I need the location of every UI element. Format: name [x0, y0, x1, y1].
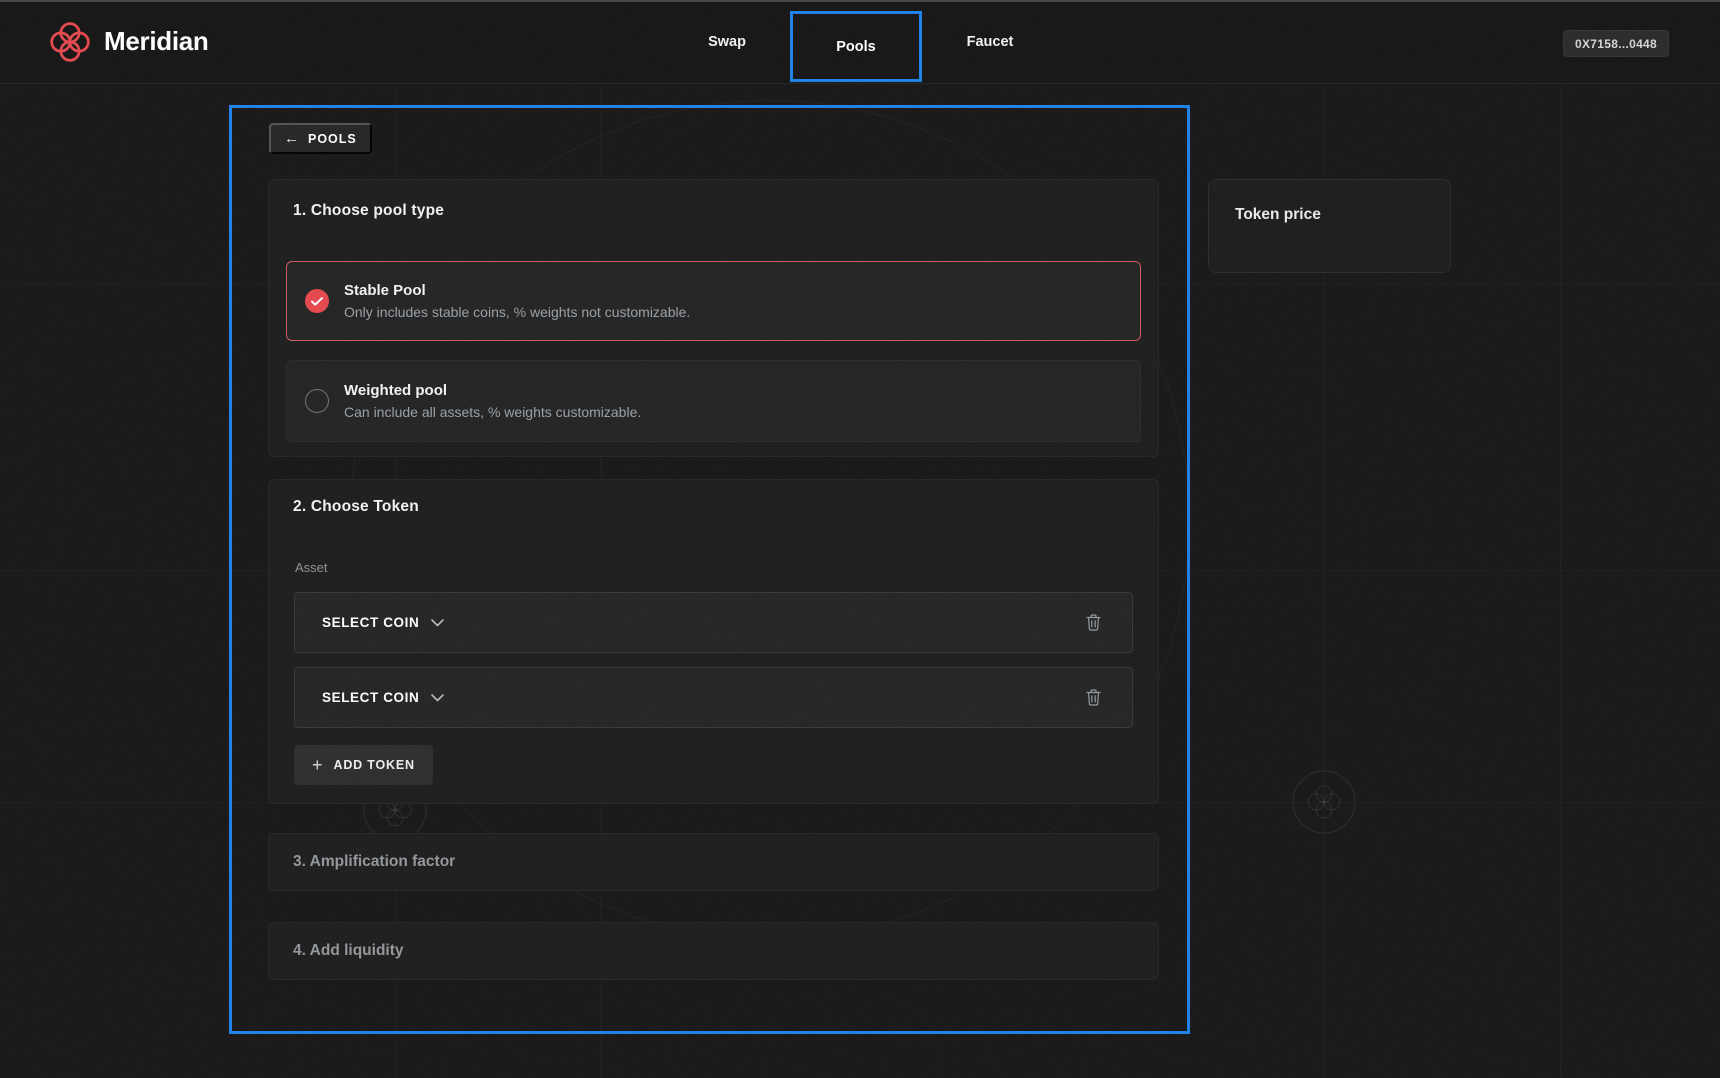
select-coin-button[interactable]: SELECT COIN — [322, 615, 445, 630]
delete-token-button[interactable] — [1082, 610, 1105, 635]
stable-pool-description: Only includes stable coins, % weights no… — [344, 304, 691, 320]
select-coin-label: SELECT COIN — [322, 615, 420, 630]
step2-title: 2. Choose Token — [293, 498, 419, 515]
add-token-button[interactable]: + ADD TOKEN — [294, 745, 433, 785]
weighted-pool-description: Can include all assets, % weights custom… — [344, 404, 642, 420]
trash-icon — [1086, 614, 1101, 631]
chevron-down-icon — [431, 618, 445, 626]
step1-title: 1. Choose pool type — [293, 202, 445, 219]
step3-title: 3. Amplification factor — [293, 853, 456, 870]
step4-title: 4. Add liquidity — [293, 942, 404, 959]
pool-type-option-stable[interactable]: Stable Pool Only includes stable coins, … — [286, 261, 1141, 341]
step4-card[interactable]: 4. Add liquidity — [268, 922, 1159, 980]
trash-icon — [1086, 689, 1101, 706]
add-token-label: ADD TOKEN — [333, 758, 415, 772]
back-to-pools-button[interactable]: ← POOLS — [269, 123, 372, 154]
token-price-title: Token price — [1235, 206, 1321, 223]
radio-checked-icon — [305, 289, 329, 313]
plus-icon: + — [312, 755, 323, 775]
back-button-label: POOLS — [308, 131, 357, 146]
token-select-row[interactable]: SELECT COIN — [294, 592, 1133, 653]
radio-unchecked-icon — [305, 389, 329, 413]
pool-type-option-weighted[interactable]: Weighted pool Can include all assets, % … — [286, 360, 1141, 442]
select-coin-button[interactable]: SELECT COIN — [322, 690, 445, 705]
stable-pool-name: Stable Pool — [344, 282, 426, 299]
weighted-pool-name: Weighted pool — [344, 382, 448, 399]
asset-label: Asset — [295, 560, 328, 575]
step3-card[interactable]: 3. Amplification factor — [268, 833, 1159, 891]
select-coin-label: SELECT COIN — [322, 690, 420, 705]
token-select-row[interactable]: SELECT COIN — [294, 667, 1133, 728]
step2-card: 2. Choose Token Asset SELECT COIN SELECT… — [268, 479, 1159, 804]
create-pool-page: ← POOLS 1. Choose pool type Stable Pool … — [0, 0, 1720, 1078]
arrow-left-icon: ← — [284, 130, 300, 147]
chevron-down-icon — [431, 693, 445, 701]
token-price-panel: Token price — [1208, 179, 1451, 273]
step1-card: 1. Choose pool type Stable Pool Only inc… — [268, 179, 1159, 457]
delete-token-button[interactable] — [1082, 685, 1105, 710]
